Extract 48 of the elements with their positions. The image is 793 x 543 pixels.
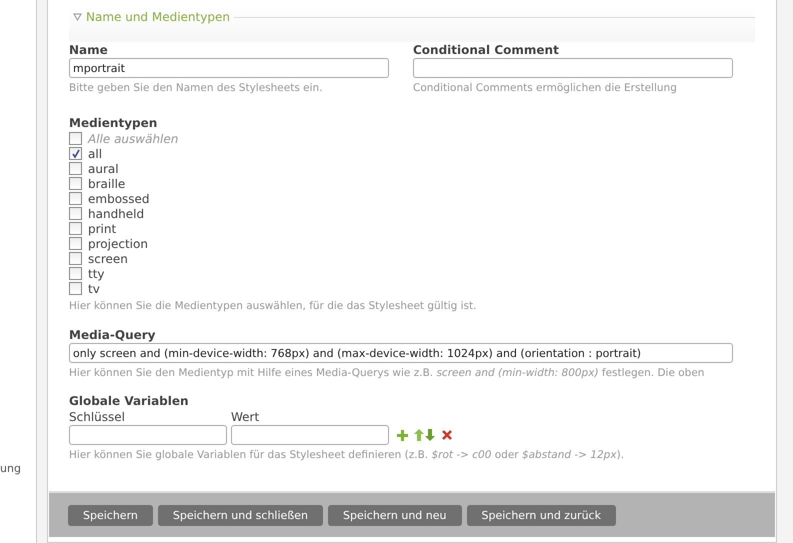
help-text: Hier können Sie die Medientypen auswählen, für die das Stylesheet gültig ist. bbox=[69, 299, 478, 313]
media-query-input[interactable]: only screen and (min-device-width: 768px) and (max-device-width: 1024px) and (orientation : portrait) bbox=[69, 343, 733, 363]
field-label: Name bbox=[69, 42, 109, 58]
checkbox[interactable] bbox=[69, 192, 82, 205]
checkbox-label: Alle auswählen bbox=[88, 132, 178, 146]
help-text: Bitte geben Sie den Namen des Stylesheets ein. bbox=[69, 81, 324, 95]
add-icon[interactable] bbox=[397, 430, 408, 440]
checkbox-label: aural bbox=[88, 162, 119, 176]
comment-input[interactable] bbox=[413, 58, 733, 78]
checkbox-label: embossed bbox=[88, 192, 150, 206]
key-input[interactable] bbox=[69, 425, 227, 445]
checkbox[interactable] bbox=[69, 177, 82, 190]
column-label: Wert bbox=[231, 409, 260, 425]
help-text: Hier können Sie globale Variablen für das Stylesheet definieren (z.B. $rot -> c00 oder $abstand -> 12px). bbox=[69, 448, 625, 462]
checkbox-label: print bbox=[88, 222, 116, 236]
name-input[interactable]: mportrait bbox=[69, 58, 389, 78]
sidebar-text: ung bbox=[0, 462, 22, 475]
save-button[interactable]: Speichern bbox=[68, 504, 153, 526]
triangle-icon bbox=[73, 13, 82, 21]
checkbox[interactable] bbox=[69, 267, 82, 280]
checkbox-label: screen bbox=[88, 252, 128, 266]
checkbox-label: all bbox=[88, 146, 102, 160]
checkbox[interactable] bbox=[69, 162, 82, 175]
save-button[interactable]: Speichern und schließen bbox=[158, 504, 323, 526]
checkbox-label: braille bbox=[88, 176, 126, 190]
checkbox[interactable] bbox=[69, 237, 82, 250]
field-label: Globale Variablen bbox=[69, 393, 190, 409]
checkbox[interactable] bbox=[69, 252, 82, 265]
help-text: Conditional Comments ermöglichen die Erstellung bbox=[413, 81, 678, 95]
checkbox[interactable] bbox=[69, 222, 82, 235]
checkbox[interactable] bbox=[69, 132, 82, 145]
column-label: Schlüssel bbox=[69, 409, 126, 425]
save-button[interactable]: Speichern und zurück bbox=[466, 504, 616, 526]
checkbox-label: projection bbox=[88, 236, 148, 250]
field-label: Conditional Comment bbox=[413, 42, 560, 58]
save-button[interactable]: Speichern und neu bbox=[328, 504, 462, 526]
checkbox-label: tv bbox=[88, 282, 100, 296]
checkbox[interactable] bbox=[69, 147, 82, 160]
checkbox[interactable] bbox=[69, 282, 82, 295]
value-input[interactable] bbox=[231, 425, 389, 445]
checkbox-label: handheld bbox=[88, 206, 144, 220]
delete-icon[interactable] bbox=[442, 430, 452, 440]
field-label: Media-Query bbox=[69, 327, 156, 343]
checkbox[interactable] bbox=[69, 207, 82, 220]
field-label: Medientypen bbox=[69, 115, 158, 131]
checkbox-label: tty bbox=[88, 266, 105, 280]
help-text: Hier können Sie den Medientyp mit Hilfe eines Media-Querys wie z.B. screen and (min-width: 800px) festlegen. Die oben bbox=[69, 366, 706, 380]
up-down-arrows-icon[interactable] bbox=[414, 429, 436, 441]
